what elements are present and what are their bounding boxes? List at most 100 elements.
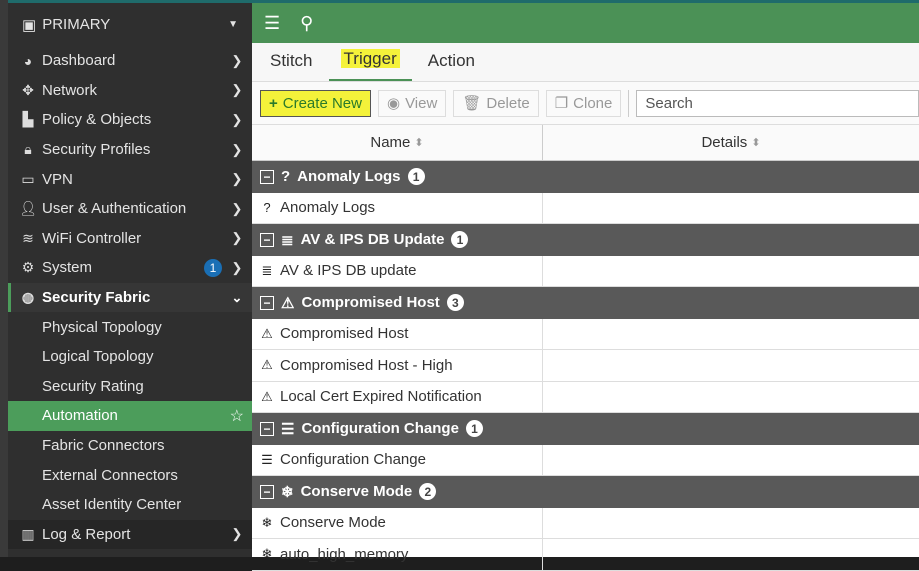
sidebar-subitem-security-rating[interactable]: Security Rating xyxy=(8,372,252,402)
search-icon[interactable]: ⚲ xyxy=(300,13,313,34)
sidebar-subitem-logical-topology[interactable]: Logical Topology xyxy=(8,342,252,372)
chevron-right-icon: ❯ xyxy=(231,526,243,542)
sidebar-item-label: System xyxy=(42,259,93,277)
star-icon[interactable]: ☆ xyxy=(230,406,244,426)
delete-label: Delete xyxy=(486,94,530,112)
tab-label: Stitch xyxy=(270,51,313,70)
notification-badge: 1 xyxy=(204,258,222,277)
sidebar-item-system[interactable]: ⚙ System 1 ❯ xyxy=(8,253,252,283)
group-row[interactable]: − ≣ AV & IPS DB Update 1 xyxy=(252,224,919,256)
sidebar-item-label: Security Fabric xyxy=(42,289,151,307)
tab-label: Action xyxy=(427,51,475,70)
trigger-name: Compromised Host - High xyxy=(280,356,453,374)
view-label: View xyxy=(405,94,438,112)
sidebar-item-policy-objects[interactable]: ▙ Policy & Objects ❯ xyxy=(8,105,252,135)
create-new-button[interactable]: + Create New xyxy=(260,89,371,117)
sidebar-subitem-fabric-connectors[interactable]: Fabric Connectors xyxy=(8,431,252,461)
sidebar-item-security-profiles[interactable]: 🔒︎ Security Profiles ❯ xyxy=(8,135,252,165)
sidebar-item-log-report[interactable]: ▥ Log & Report ❯ xyxy=(8,519,252,550)
search-placeholder: Search xyxy=(645,94,693,112)
sidebar-item-label: Network xyxy=(42,81,98,99)
trigger-name: AV & IPS DB update xyxy=(280,262,417,280)
sidebar-item-wifi-controller[interactable]: ≋ WiFi Controller ❯ xyxy=(8,224,252,254)
collapse-icon[interactable]: − xyxy=(260,169,274,184)
chart-icon: ▥ xyxy=(21,525,35,542)
column-label: Name xyxy=(370,134,411,151)
security-fabric-icon: ◍ xyxy=(21,289,35,306)
table-row[interactable]: ⚠ Local Cert Expired Notification xyxy=(252,381,919,413)
details-cell xyxy=(543,382,919,413)
plus-icon: + xyxy=(269,94,278,112)
group-name: Compromised Host xyxy=(301,294,440,312)
table-row[interactable]: ❄ Conserve Mode xyxy=(252,507,919,539)
sidebar-item-security-fabric[interactable]: ◍ Security Fabric ⌄ xyxy=(8,282,252,313)
group-row[interactable]: − ☰ Configuration Change 1 xyxy=(252,413,919,445)
count-badge: 3 xyxy=(446,294,464,312)
menu-icon[interactable]: ☰ xyxy=(264,13,280,34)
search-input[interactable]: Search xyxy=(636,89,919,117)
sidebar-subitem-automation[interactable]: Automation ☆ xyxy=(8,401,252,431)
trigger-type-icon: ≣ xyxy=(281,231,294,249)
table-row[interactable]: ? Anomaly Logs xyxy=(252,192,919,224)
clone-icon: ❐ xyxy=(554,95,569,112)
trigger-name: auto_high_memory xyxy=(280,545,409,563)
delete-button[interactable]: 🗑︎ Delete xyxy=(453,89,539,117)
trigger-type-icon: ☰ xyxy=(281,420,295,438)
sidebar-subitem-asset-identity-center[interactable]: Asset Identity Center xyxy=(8,490,252,520)
tab-label: Trigger xyxy=(340,49,400,68)
table-row[interactable]: ≣ AV & IPS DB update xyxy=(252,255,919,287)
sidebar-item-dashboard[interactable]: ◕ Dashboard ❯ xyxy=(8,46,252,76)
tab-stitch[interactable]: Stitch xyxy=(258,51,325,81)
group-name: AV & IPS DB Update xyxy=(300,231,445,249)
group-row[interactable]: −? Anomaly Logs 1 xyxy=(252,161,919,193)
group-name: Anomaly Logs xyxy=(297,168,401,186)
trigger-type-icon: ≣ xyxy=(261,262,273,278)
count-badge: 1 xyxy=(407,168,425,186)
sidebar-subitem-physical-topology[interactable]: Physical Topology xyxy=(8,312,252,342)
sort-icon: ⬍ xyxy=(414,137,424,149)
trigger-type-icon: ? xyxy=(263,200,271,216)
trigger-name: Conserve Mode xyxy=(280,514,386,532)
eye-icon: ◉ xyxy=(386,95,401,112)
chevron-right-icon: ❯ xyxy=(231,111,243,127)
collapse-icon[interactable]: − xyxy=(260,484,274,499)
trigger-type-icon: ❄ xyxy=(281,483,294,501)
group-row[interactable]: − ⚠ Compromised Host 3 xyxy=(252,287,919,319)
sidebar-item-network[interactable]: ✥ Network ❯ xyxy=(8,76,252,106)
main-content: ☰ ⚲ Stitch Trigger Action + Create New ◉ Vie… xyxy=(252,0,919,571)
clone-label: Clone xyxy=(573,94,613,112)
chevron-right-icon: ❯ xyxy=(231,82,243,98)
sidebar-subitem-external-connectors[interactable]: External Connectors xyxy=(8,460,252,490)
toolbar: + Create New ◉ View 🗑︎ Delete ❐ Clone Search xyxy=(252,82,919,124)
clone-button[interactable]: ❐ Clone xyxy=(545,89,622,117)
tab-action[interactable]: Action xyxy=(416,51,487,81)
sidebar-item-user-authentication[interactable]: 👤︎ User & Authentication ❯ xyxy=(8,194,252,224)
table-body: −? Anomaly Logs 1? Anomaly Logs − ≣ AV & IPS D… xyxy=(252,161,919,571)
table-row[interactable]: ❄ auto_high_memory xyxy=(252,539,919,571)
trigger-name: Configuration Change xyxy=(280,451,426,469)
trigger-name: Local Cert Expired Notification xyxy=(280,388,482,406)
chevron-right-icon: ❯ xyxy=(231,171,243,187)
view-button[interactable]: ◉ View xyxy=(377,89,447,117)
table-row[interactable]: ⚠ Compromised Host - High xyxy=(252,350,919,382)
trigger-type-icon: ⚠ xyxy=(261,388,273,404)
vdom-selector[interactable]: ▣ PRIMARY ▼ xyxy=(8,0,252,46)
sidebar: ▣ PRIMARY ▼ ◕ Dashboard ❯ ✥ Network ❯ ▙ Policy … xyxy=(8,0,252,557)
trigger-type-icon: ⚠ xyxy=(261,357,273,373)
tab-trigger[interactable]: Trigger xyxy=(328,49,412,81)
trigger-name: Compromised Host xyxy=(280,325,409,343)
collapse-icon[interactable]: − xyxy=(260,421,274,436)
column-details[interactable]: Details ⬍ xyxy=(543,125,919,160)
sidebar-item-vpn[interactable]: ▭ VPN ❯ xyxy=(8,164,252,194)
table-row[interactable]: ☰ Configuration Change xyxy=(252,444,919,476)
table-header: Name ⬍ Details ⬍ xyxy=(252,124,919,161)
table-row[interactable]: ⚠ Compromised Host xyxy=(252,318,919,350)
group-row[interactable]: − ❄ Conserve Mode 2 xyxy=(252,476,919,508)
collapse-icon[interactable]: − xyxy=(260,295,274,310)
details-cell xyxy=(543,445,919,476)
column-name[interactable]: Name ⬍ xyxy=(252,125,543,160)
sidebar-item-label: VPN xyxy=(42,170,73,188)
chevron-right-icon: ❯ xyxy=(231,200,243,216)
collapse-icon[interactable]: − xyxy=(260,232,274,247)
dashboard-icon: ◕ xyxy=(23,52,33,69)
